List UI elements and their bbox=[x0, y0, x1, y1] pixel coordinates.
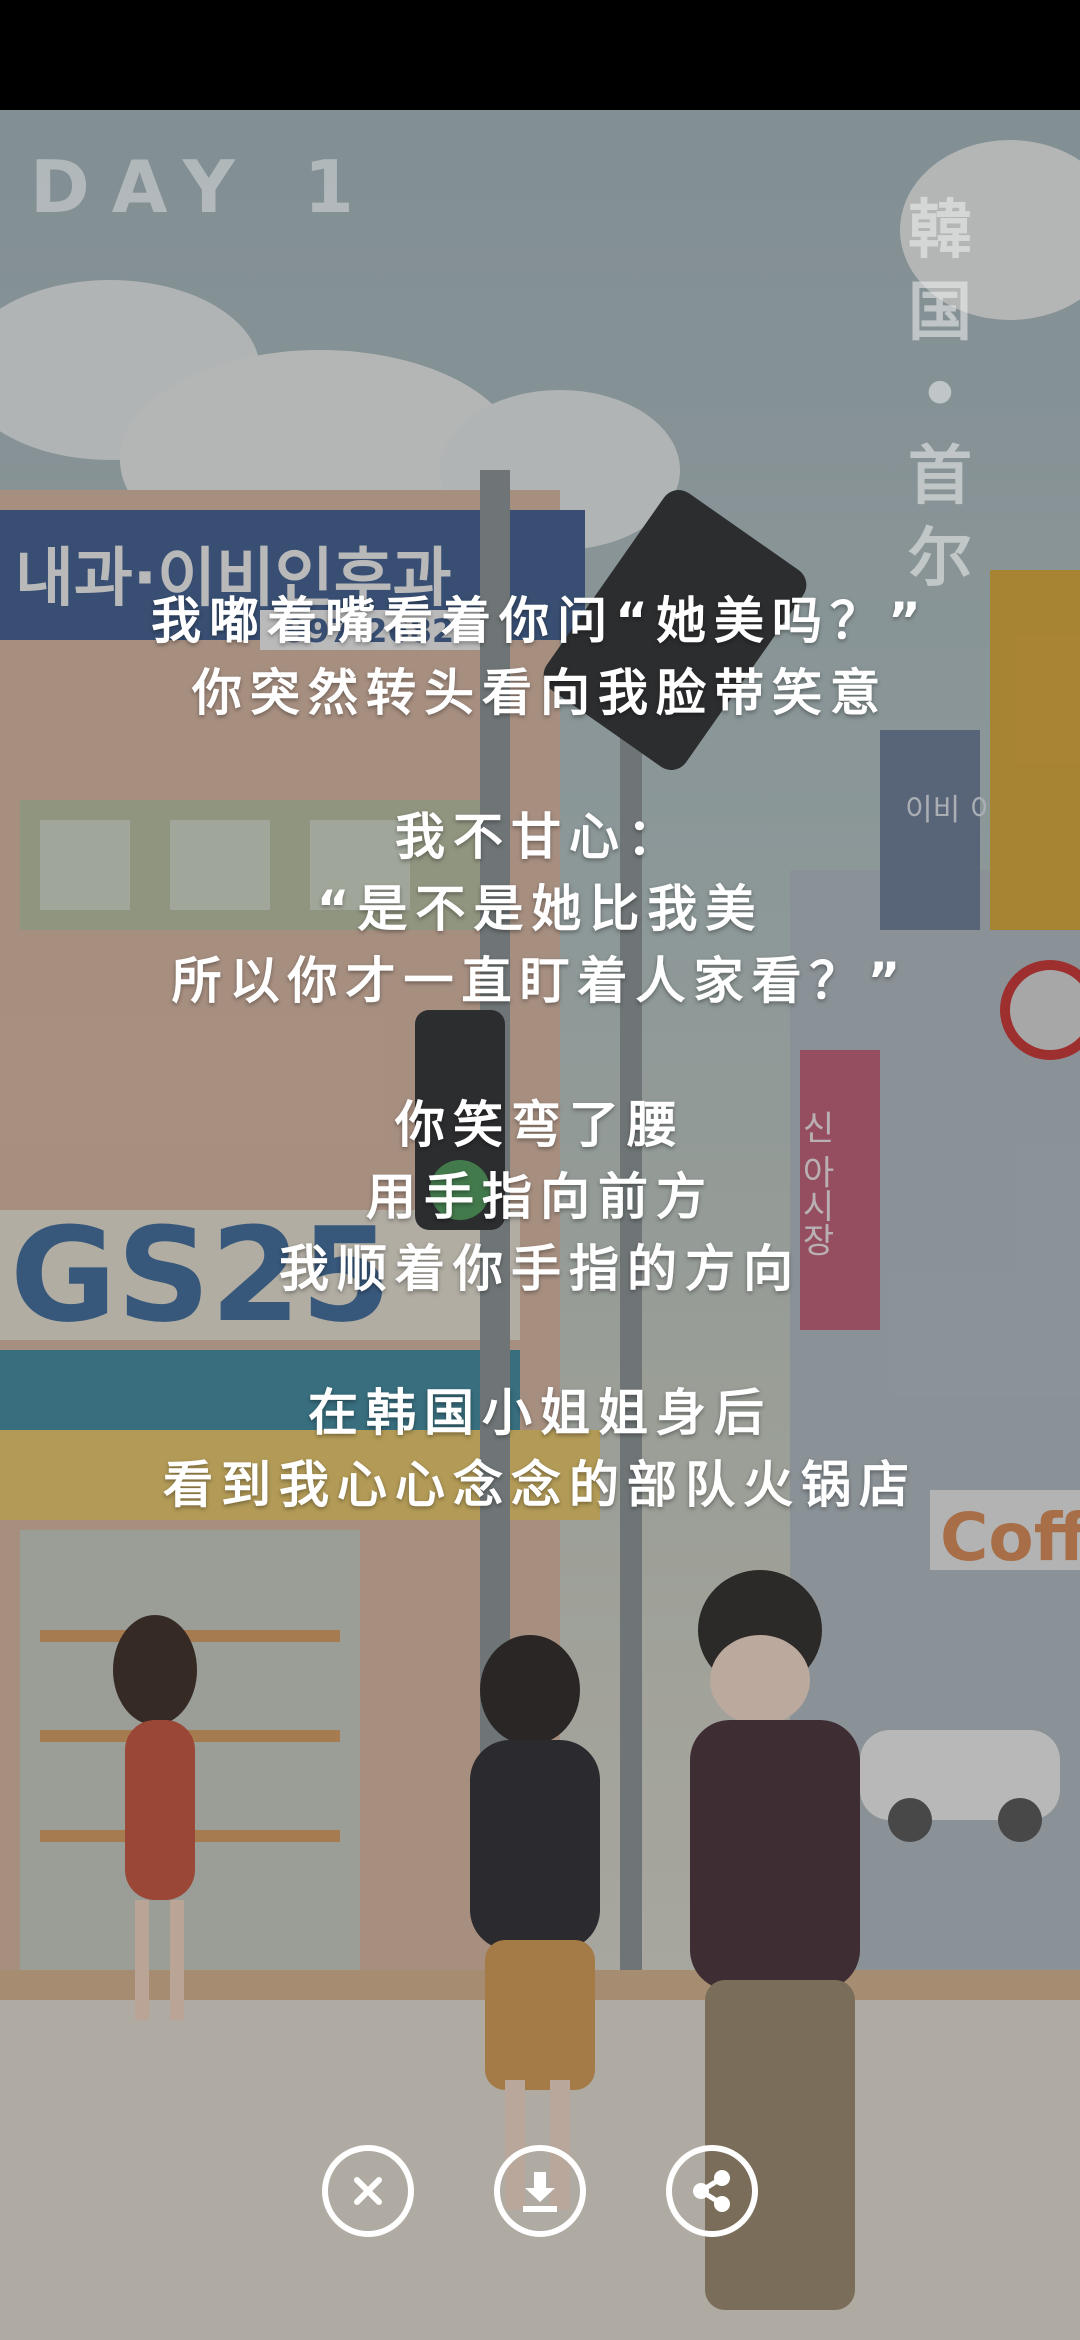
vertical-title-char: 国 bbox=[908, 276, 972, 350]
poem-line: 我不甘心： bbox=[395, 808, 685, 866]
download-icon bbox=[523, 2172, 557, 2212]
status-bar bbox=[0, 0, 1080, 110]
poem-text: 我嘟着嘴看着你问“她美吗？” 你突然转头看向我脸带笑意 我不甘心： “是不是她比… bbox=[0, 585, 1080, 1521]
vertical-title-char: 韓 bbox=[908, 194, 972, 268]
vertical-title-char: 首 bbox=[908, 440, 972, 514]
vertical-city-title: 韓 国 • 首 尔 bbox=[905, 190, 975, 600]
poem-stanza-4: 在韩国小姐姐身后 看到我心心念念的部队火锅店 bbox=[0, 1377, 1080, 1521]
poem-stanza-1: 我嘟着嘴看着你问“她美吗？” 你突然转头看向我脸带笑意 bbox=[0, 585, 1080, 729]
close-button[interactable] bbox=[322, 2145, 414, 2237]
poem-line: 看到我心心念念的部队火锅店 bbox=[163, 1456, 917, 1514]
day-label: DAY 1 bbox=[30, 145, 376, 229]
poem-line: 用手指向前方 bbox=[366, 1168, 714, 1226]
close-icon bbox=[354, 2177, 382, 2205]
action-bar bbox=[0, 2145, 1080, 2245]
share-icon bbox=[693, 2170, 730, 2212]
poem-line: “是不是她比我美 bbox=[316, 880, 764, 938]
poem-stanza-3: 你笑弯了腰 用手指向前方 我顺着你手指的方向 bbox=[0, 1089, 1080, 1305]
poem-line: 你笑弯了腰 bbox=[395, 1096, 685, 1154]
poem-line: 我顺着你手指的方向 bbox=[279, 1240, 801, 1298]
share-button[interactable] bbox=[666, 2145, 758, 2237]
poem-line: 我嘟着嘴看着你问“她美吗？” bbox=[151, 592, 929, 650]
download-button[interactable] bbox=[494, 2145, 586, 2237]
poem-line: 你突然转头看向我脸带笑意 bbox=[192, 664, 888, 722]
poem-line: 在韩国小姐姐身后 bbox=[308, 1384, 772, 1442]
poem-stanza-2: 我不甘心： “是不是她比我美 所以你才一直盯着人家看？” bbox=[0, 801, 1080, 1017]
poem-line: 所以你才一直盯着人家看？” bbox=[171, 952, 909, 1010]
vertical-title-char: • bbox=[919, 358, 961, 432]
